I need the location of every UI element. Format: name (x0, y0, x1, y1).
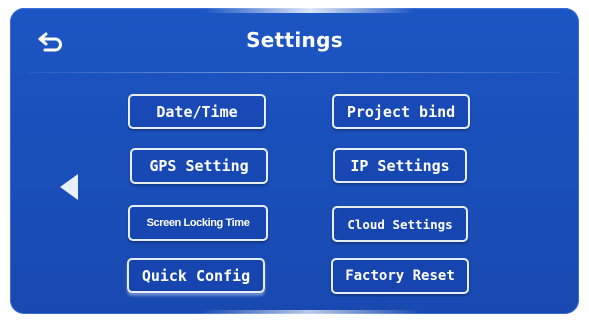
page-title: Settings (246, 28, 343, 52)
factory-reset-button[interactable]: Factory Reset (331, 258, 469, 294)
quick-config-label: Quick Config (141, 266, 251, 285)
date-time-label: Date/Time (156, 102, 238, 121)
quick-config-button[interactable]: Quick Config (127, 258, 265, 293)
settings-screen: Settings Date/Time Project bind GPS Sett… (10, 8, 579, 314)
cloud-settings-label: Cloud Settings (347, 216, 453, 232)
device-frame: Settings Date/Time Project bind GPS Sett… (0, 0, 589, 326)
previous-page-button[interactable] (58, 172, 80, 202)
date-time-button[interactable]: Date/Time (128, 94, 266, 129)
screen-locking-time-button[interactable]: Screen Locking Time (128, 205, 268, 241)
screen-glare-bottom (200, 310, 420, 314)
project-bind-label: Project bind (346, 102, 456, 121)
header-divider (28, 72, 561, 73)
ip-settings-button[interactable]: IP Settings (333, 148, 467, 183)
triangle-left-icon (60, 174, 78, 200)
cloud-settings-button[interactable]: Cloud Settings (332, 206, 468, 242)
screen-locking-time-label: Screen Locking Time (146, 217, 250, 229)
gps-setting-button[interactable]: GPS Setting (130, 148, 268, 184)
gps-setting-label: GPS Setting (149, 157, 249, 175)
factory-reset-label: Factory Reset (345, 268, 455, 284)
ip-settings-label: IP Settings (350, 156, 450, 175)
project-bind-button[interactable]: Project bind (332, 94, 470, 129)
header-bar: Settings (10, 8, 579, 76)
